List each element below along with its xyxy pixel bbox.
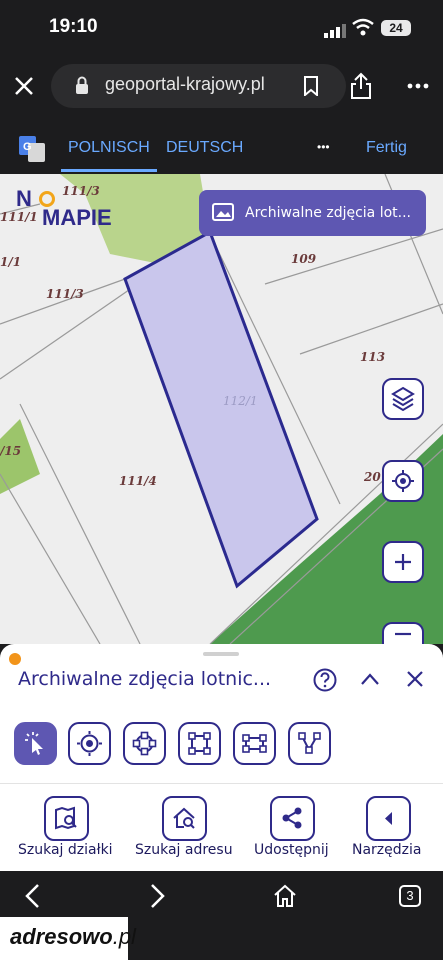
- map-drawing: [0, 174, 443, 644]
- parcel-label: 111/3: [62, 184, 100, 198]
- parcel-label: 111/4: [119, 474, 157, 488]
- translate-done-button[interactable]: Fertig: [366, 139, 407, 157]
- logo-text-2: MAPIE: [42, 205, 112, 230]
- point-tool-button[interactable]: [68, 722, 111, 765]
- parcel-label: 111/1: [0, 210, 38, 224]
- status-dot: [9, 653, 21, 665]
- share-nodes-icon: [282, 807, 302, 829]
- lang-active-indicator: [61, 169, 157, 172]
- watermark-suffix: .pl: [112, 924, 136, 949]
- parcel-label: 20: [364, 470, 381, 484]
- share-map-button[interactable]: [270, 796, 315, 841]
- bookmark-icon[interactable]: [303, 76, 319, 96]
- parcel-label: 112/1: [223, 394, 258, 408]
- google-translate-icon[interactable]: G: [19, 136, 45, 162]
- parcel-label: 113: [360, 350, 386, 364]
- layers-icon: [391, 386, 415, 412]
- wifi-icon: [352, 18, 374, 36]
- parcel-label: /15: [0, 444, 22, 458]
- rectangle-alt-tool-button[interactable]: [233, 722, 276, 765]
- banner-label: Archiwalne zdjęcia lot...: [245, 205, 411, 221]
- tabs-button[interactable]: 3: [399, 885, 421, 907]
- minus-icon: [395, 632, 411, 636]
- url-text: geoportal-krajowy.pl: [105, 74, 265, 94]
- parcel-label: 109: [291, 252, 317, 266]
- circle-tool-button[interactable]: [123, 722, 166, 765]
- back-icon[interactable]: [24, 883, 40, 909]
- search-parcel-button[interactable]: [44, 796, 89, 841]
- lang-german-tab[interactable]: DEUTSCH: [166, 139, 243, 157]
- tools-label: Narzędzia: [352, 842, 422, 858]
- map-search-icon: [55, 806, 77, 830]
- battery-indicator: 24: [381, 20, 411, 36]
- close-sheet-icon[interactable]: [406, 670, 424, 688]
- lang-polish-tab[interactable]: POLNISCH: [68, 139, 150, 157]
- plus-icon: [395, 554, 411, 570]
- watermark-text: adresowo.pl: [10, 924, 136, 950]
- drag-handle[interactable]: [203, 652, 239, 656]
- close-icon[interactable]: [14, 76, 34, 96]
- image-icon: [212, 203, 234, 221]
- watermark-bold: adresowo: [10, 924, 113, 949]
- svg-text:G: G: [23, 141, 32, 153]
- app-logo: N: [16, 186, 32, 212]
- rectangle-draw-icon: [188, 732, 211, 755]
- tools-button[interactable]: [366, 796, 411, 841]
- signal-icon: [324, 24, 346, 38]
- share-icon[interactable]: [349, 72, 373, 100]
- rectangle-wide-icon: [242, 734, 267, 753]
- translate-more-button[interactable]: •••: [317, 140, 330, 154]
- logo-text: N: [16, 186, 32, 211]
- search-address-button[interactable]: [162, 796, 207, 841]
- share-map-label: Udostępnij: [254, 842, 329, 858]
- search-parcel-label: Szukaj działki: [18, 842, 113, 858]
- sheet-divider: [0, 783, 443, 784]
- rectangle-tool-button[interactable]: [178, 722, 221, 765]
- point-icon: [77, 731, 102, 756]
- chevron-up-icon[interactable]: [360, 672, 380, 686]
- status-bar: 19:10 24: [0, 0, 443, 56]
- select-tool-button[interactable]: [14, 722, 57, 765]
- polyline-icon: [298, 732, 321, 754]
- parcel-label: 111/3: [46, 287, 84, 301]
- polyline-tool-button[interactable]: [288, 722, 331, 765]
- crosshair-icon: [392, 470, 414, 492]
- more-icon[interactable]: [407, 83, 429, 89]
- status-time: 19:10: [49, 16, 98, 37]
- search-address-label: Szukaj adresu: [135, 842, 233, 858]
- house-search-icon: [173, 807, 195, 829]
- circle-draw-icon: [132, 731, 157, 756]
- home-icon[interactable]: [273, 884, 297, 908]
- map-canvas[interactable]: [0, 174, 443, 644]
- parcel-label: 1/1: [0, 255, 22, 269]
- chevron-left-icon: [385, 812, 392, 825]
- forward-icon[interactable]: [150, 883, 166, 909]
- sheet-title: Archiwalne zdjęcia lotnic...: [18, 668, 272, 690]
- lock-icon: [76, 76, 88, 94]
- cursor-click-icon: [25, 732, 43, 755]
- help-icon[interactable]: [313, 668, 337, 692]
